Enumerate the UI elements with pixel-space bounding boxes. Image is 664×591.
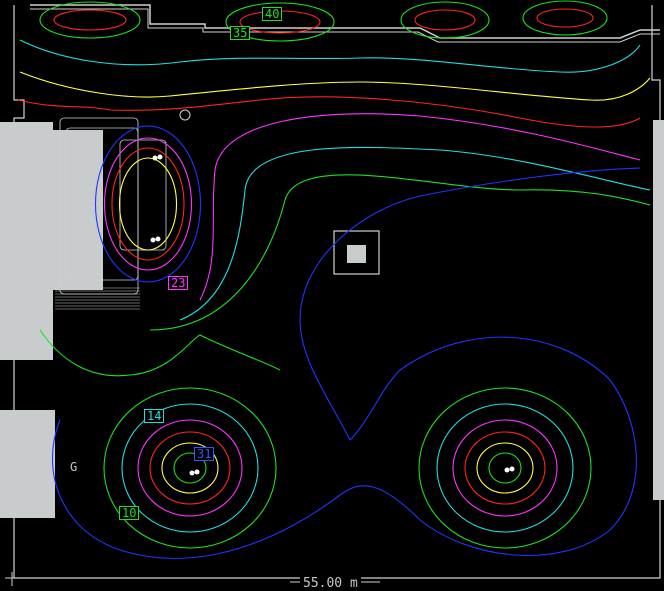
contour-line-inner: [488, 452, 522, 484]
contour-line-yellow: [476, 442, 534, 494]
contour-label-40: 40: [262, 7, 283, 21]
contour-line-green: [103, 387, 277, 549]
contour-line-cyan: [121, 403, 259, 533]
contour-line-magenta: [452, 419, 558, 517]
contour-canvas: [0, 0, 664, 586]
contour-line: [19, 71, 651, 101]
contour-label-10: 10: [119, 506, 140, 520]
contour-label-14: 14: [144, 409, 165, 423]
contour-line-top: [522, 0, 608, 36]
contour-line: [19, 39, 641, 73]
contour-label-31: 31: [194, 447, 215, 461]
grid-marker-g: G: [70, 460, 78, 474]
contour-line: [199, 113, 641, 301]
luminaire-point: [155, 236, 161, 242]
top-wall: [30, 8, 660, 43]
column: [347, 245, 366, 263]
luminaire-point: [150, 237, 156, 243]
contour-line-magenta: [137, 419, 243, 517]
luminaire-point: [504, 467, 510, 473]
contour-line: [179, 146, 651, 321]
contour-label-35: 35: [230, 26, 251, 40]
luminaire-point: [194, 469, 200, 475]
wall-block: [653, 120, 664, 500]
contour-line-top: [536, 8, 594, 28]
contour-line-top: [414, 9, 476, 31]
luminaire-point: [157, 154, 163, 160]
floor-outline: [13, 5, 661, 579]
contour-label-23: 23: [168, 276, 189, 290]
contour-line-cyan: [436, 403, 574, 533]
wall-block: [0, 410, 55, 518]
luminaire-point: [509, 466, 515, 472]
contour-line: [149, 174, 651, 331]
illuminance-plan: 40 35 23 14 31 10 G 55.00 m: [0, 0, 664, 591]
contour-line-top: [400, 1, 490, 39]
contour-line-stair: [111, 147, 185, 261]
contour-line: [39, 329, 281, 377]
sensor-symbol: [179, 109, 191, 121]
contour-line-stair: [94, 125, 202, 283]
contour-line-stair: [118, 157, 178, 251]
contour-line-green: [418, 387, 592, 549]
contour-line: [52, 167, 641, 559]
wall-block: [0, 122, 53, 360]
contour-line-top: [39, 1, 141, 39]
luminaire-point: [189, 470, 195, 476]
contour-line: [17, 96, 641, 128]
contour-line-top: [53, 9, 127, 31]
